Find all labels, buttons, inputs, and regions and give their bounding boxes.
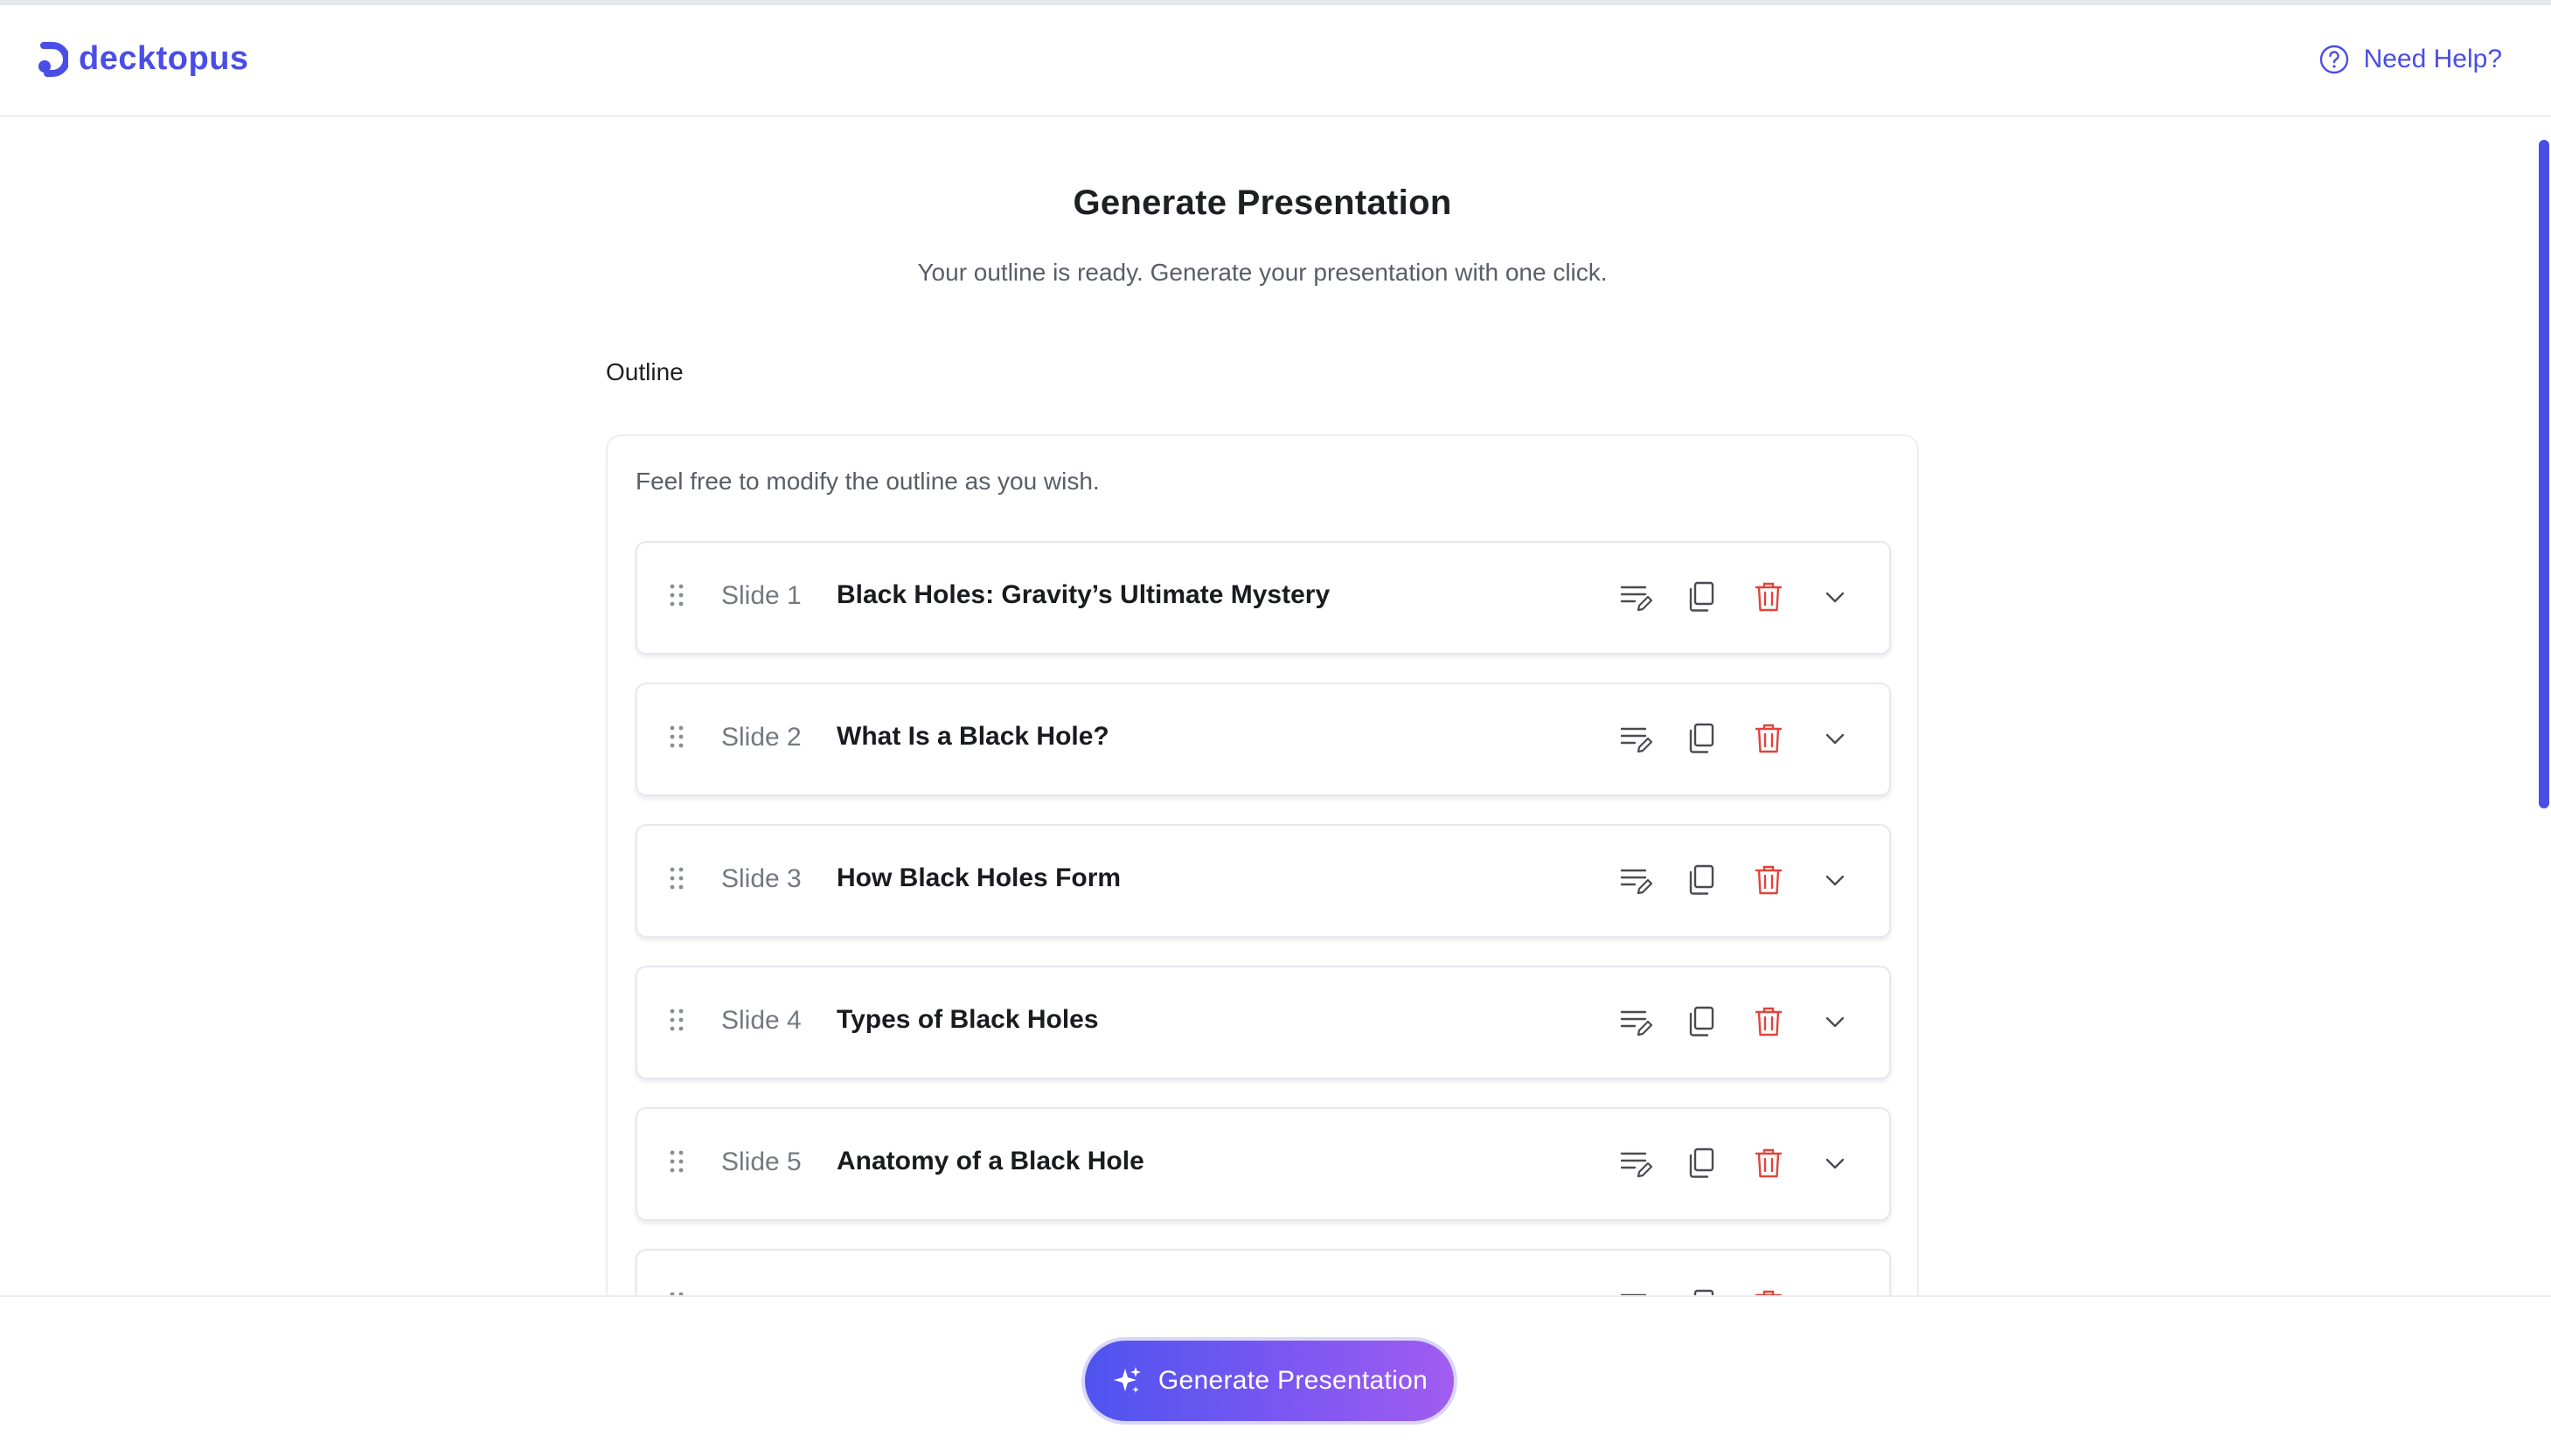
slide-actions (1588, 1002, 1854, 1041)
slide-title[interactable]: How Black Holes Form (837, 863, 1121, 893)
slide-card-4[interactable]: Slide 4 Types of Black Holes (636, 966, 1891, 1079)
slide-number: Slide 3 (721, 864, 802, 893)
edit-slide-button[interactable] (1616, 1002, 1655, 1041)
edit-list-icon (1620, 1152, 1652, 1178)
outline-hint: Feel free to modify the outline as you w… (636, 468, 1100, 495)
slide-number: Slide 4 (721, 1006, 802, 1035)
generate-presentation-button[interactable]: Generate Presentation (1081, 1337, 1457, 1425)
slide-card-5[interactable]: Slide 5 Anatomy of a Black Hole (636, 1107, 1891, 1221)
footer-bar: Generate Presentation (0, 1295, 2551, 1456)
edit-list-icon (1620, 727, 1652, 753)
duplicate-slide-button[interactable] (1683, 861, 1721, 899)
trash-icon (1755, 1148, 1783, 1178)
drag-handle-icon[interactable] (669, 866, 685, 891)
slide-number: Slide 2 (721, 723, 802, 752)
expand-slide-button[interactable] (1816, 1002, 1854, 1041)
page-scrollbar-thumb[interactable] (2539, 140, 2549, 808)
chevron-down-icon (1825, 1016, 1845, 1028)
need-help-label: Need Help? (2363, 45, 2502, 73)
expand-slide-button[interactable] (1816, 719, 1854, 758)
edit-list-icon (1620, 586, 1652, 612)
decktopus-logo[interactable]: decktopus (37, 40, 249, 78)
slide-actions (1588, 861, 1854, 899)
chevron-down-icon (1825, 733, 1845, 745)
generate-presentation-label: Generate Presentation (1157, 1366, 1428, 1395)
trash-icon (1755, 1007, 1783, 1037)
trash-icon (1755, 724, 1783, 753)
slide-card-3[interactable]: Slide 3 How Black Holes Form (636, 824, 1891, 938)
outline-section-label: Outline (606, 358, 684, 385)
slide-title[interactable]: Anatomy of a Black Hole (837, 1147, 1144, 1176)
drag-handle-icon[interactable] (669, 583, 685, 607)
drag-handle-icon[interactable] (669, 725, 685, 749)
slide-actions (1588, 1144, 1854, 1182)
delete-slide-button[interactable] (1749, 861, 1788, 899)
slide-card-2[interactable]: Slide 2 What Is a Black Hole? (636, 683, 1891, 796)
delete-slide-button[interactable] (1749, 1002, 1788, 1041)
chevron-down-icon (1825, 875, 1845, 886)
edit-list-icon (1620, 869, 1652, 895)
sparkle-icon (1113, 1367, 1141, 1393)
duplicate-slide-button[interactable] (1683, 1002, 1721, 1041)
duplicate-icon (1689, 864, 1714, 895)
slide-title[interactable]: What Is a Black Hole? (837, 722, 1109, 752)
slide-actions (1588, 578, 1854, 616)
edit-slide-button[interactable] (1616, 719, 1655, 758)
need-help-link[interactable]: Need Help? (2318, 44, 2502, 75)
edit-slide-button[interactable] (1616, 578, 1655, 616)
duplicate-icon (1689, 1006, 1714, 1037)
slide-card-1[interactable]: Slide 1 Black Holes: Gravity’s Ultimate … (636, 541, 1891, 655)
expand-slide-button[interactable] (1816, 861, 1854, 899)
slide-number: Slide 5 (721, 1147, 802, 1176)
delete-slide-button[interactable] (1749, 719, 1788, 758)
slide-actions (1588, 719, 1854, 758)
expand-slide-button[interactable] (1816, 1144, 1854, 1182)
duplicate-icon (1689, 723, 1714, 753)
page-subtitle: Your outline is ready. Generate your pre… (917, 259, 1608, 286)
slide-title[interactable]: Types of Black Holes (837, 1005, 1099, 1035)
duplicate-slide-button[interactable] (1683, 1144, 1721, 1182)
slide-title[interactable]: Black Holes: Gravity’s Ultimate Mystery (837, 580, 1330, 610)
trash-icon (1755, 582, 1783, 612)
edit-slide-button[interactable] (1616, 861, 1655, 899)
duplicate-icon (1689, 581, 1714, 612)
drag-handle-icon[interactable] (669, 1008, 685, 1032)
duplicate-slide-button[interactable] (1683, 578, 1721, 616)
duplicate-slide-button[interactable] (1683, 719, 1721, 758)
app-header: decktopus Need Help? (0, 5, 2551, 117)
outline-panel: Feel free to modify the outline as you w… (606, 434, 1919, 1362)
edit-list-icon (1620, 1010, 1652, 1037)
delete-slide-button[interactable] (1749, 578, 1788, 616)
trash-icon (1755, 865, 1783, 895)
chevron-down-icon (1825, 1158, 1845, 1169)
chevron-down-icon (1825, 592, 1845, 603)
duplicate-icon (1689, 1147, 1714, 1178)
drag-handle-icon[interactable] (669, 1149, 685, 1174)
question-circle-icon (2319, 45, 2348, 74)
decktopus-logo-icon (38, 41, 68, 77)
brand-name: decktopus (79, 40, 249, 77)
slide-number: Slide 1 (721, 581, 802, 610)
delete-slide-button[interactable] (1749, 1144, 1788, 1182)
edit-slide-button[interactable] (1616, 1144, 1655, 1182)
page-title: Generate Presentation (1073, 184, 1452, 222)
expand-slide-button[interactable] (1816, 578, 1854, 616)
